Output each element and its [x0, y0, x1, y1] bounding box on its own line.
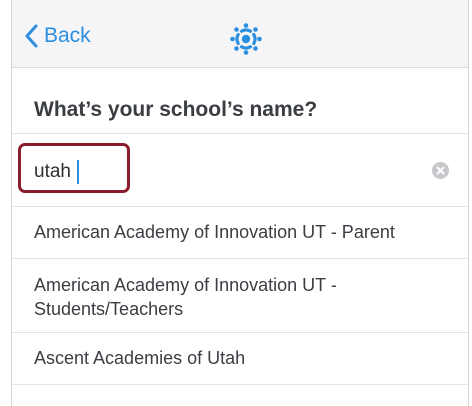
search-row: [12, 134, 468, 207]
back-button[interactable]: Back: [24, 24, 91, 48]
login-screen: Back What’s your school’s name? utah Ame…: [11, 0, 469, 406]
navigation-bar: Back: [12, 0, 468, 68]
input-highlight-box: [18, 143, 130, 193]
canvas-logo-icon: [229, 22, 263, 56]
back-label: Back: [44, 24, 91, 47]
school-results-list: American Academy of Innovation UT - Pare…: [12, 207, 468, 385]
school-result-item[interactable]: American Academy of Innovation UT - Pare…: [12, 207, 468, 259]
school-result-item[interactable]: Ascent Academies of Utah: [12, 333, 468, 385]
clear-circle-icon[interactable]: [432, 162, 449, 179]
chevron-left-icon: [24, 24, 38, 48]
school-result-item[interactable]: American Academy of Innovation UT - Stud…: [12, 259, 468, 333]
header-section: What’s your school’s name?: [12, 68, 468, 134]
page-title: What’s your school’s name?: [34, 98, 318, 121]
